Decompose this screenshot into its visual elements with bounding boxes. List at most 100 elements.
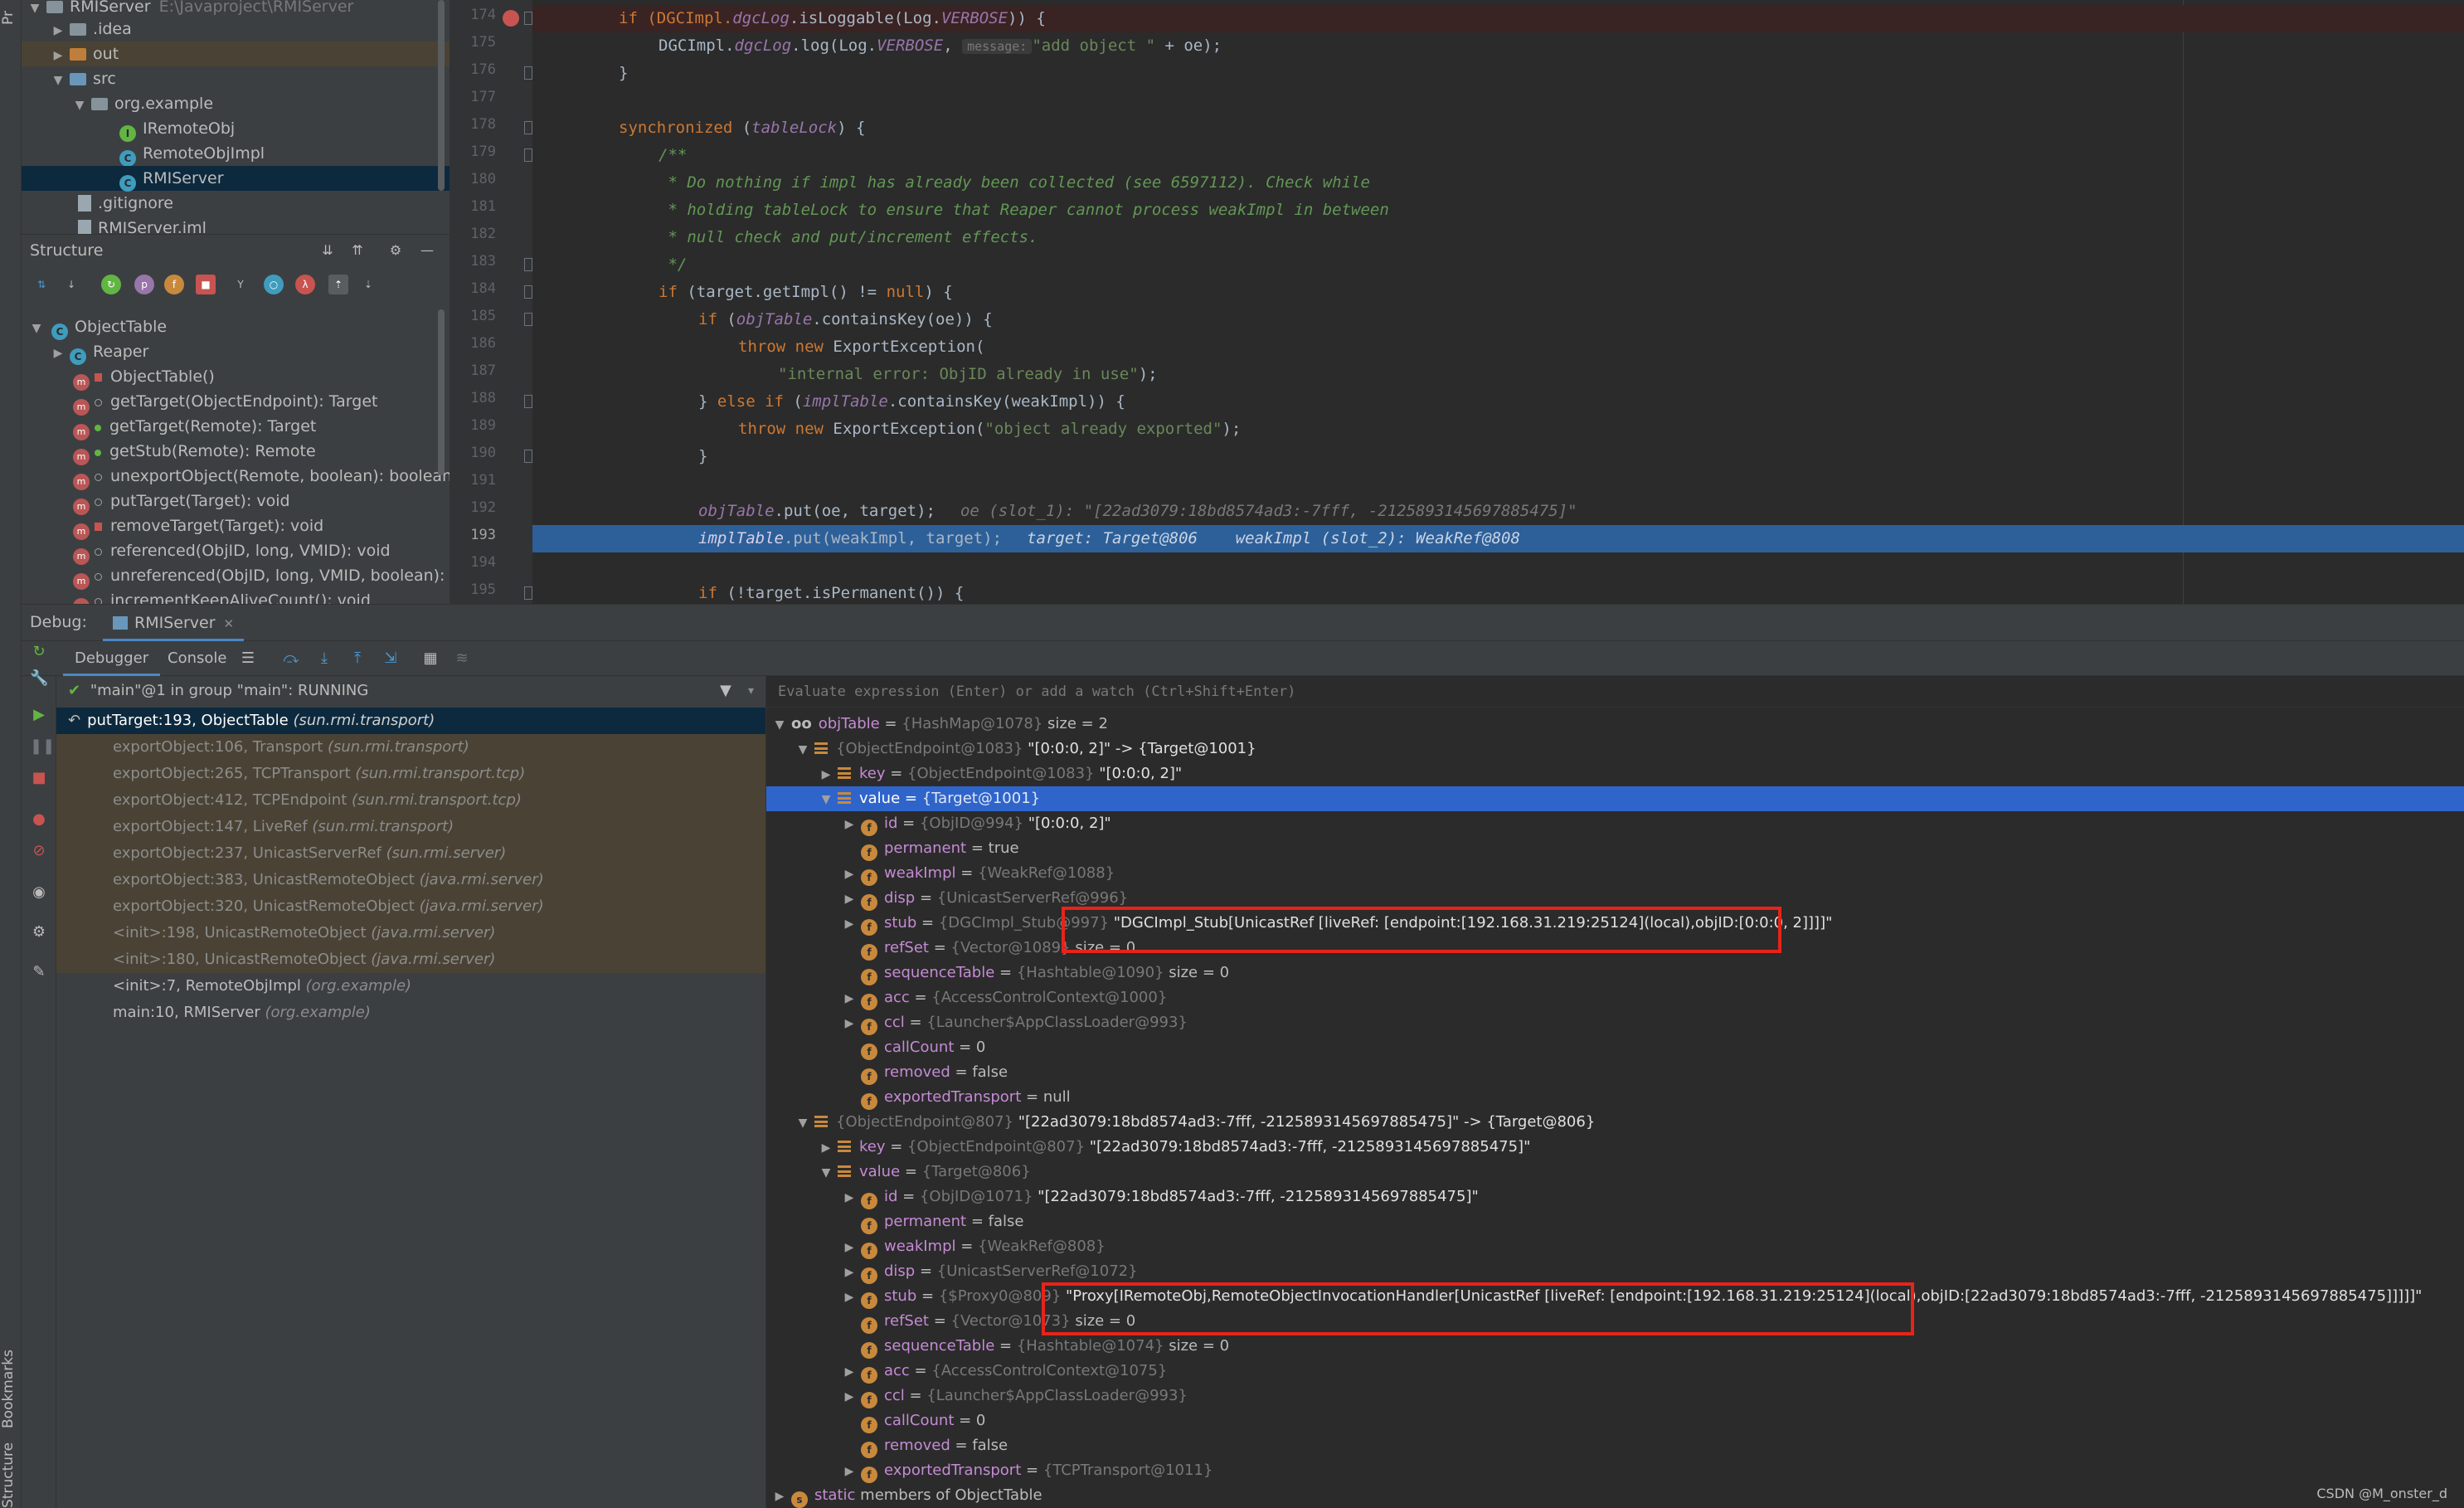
structure-member[interactable]: m getTarget(Remote): Target <box>22 414 450 440</box>
show-fields-icon[interactable]: f <box>164 275 184 294</box>
tree-item-remoteobjimpl[interactable]: C RemoteObjImpl <box>22 141 450 167</box>
stack-frame[interactable]: exportObject:147, LiveRef (sun.rmi.trans… <box>56 814 765 840</box>
tree-item-rmiserver[interactable]: C RMIServer <box>22 166 450 192</box>
project-tool-tab[interactable]: Pr <box>0 2 22 35</box>
variable-row[interactable]: f removed = false <box>766 1060 2464 1085</box>
show-non-public-icon[interactable]: ■ <box>196 275 216 294</box>
variable-row[interactable]: f refSet = {Vector@1073} size = 0 <box>766 1309 2464 1334</box>
code-line-193-execution-point[interactable]: implTable.put(weakImpl, target); target: … <box>532 525 2464 552</box>
gear-icon[interactable]: ⚙ <box>386 241 405 260</box>
code-line-185[interactable]: if (objTable.containsKey(oe)) { <box>532 306 2464 333</box>
stack-frame[interactable]: <init>:180, UnicastRemoteObject (java.rm… <box>56 946 765 973</box>
chevron-down-icon[interactable]: ▼ <box>796 737 809 762</box>
structure-member[interactable]: m incrementKeepAliveCount(): void <box>22 588 450 604</box>
chevron-right-icon[interactable]: ▶ <box>51 18 65 43</box>
debug-config-tab[interactable]: RMIServer ✕ <box>103 605 245 641</box>
show-properties-icon[interactable]: p <box>134 275 154 294</box>
close-icon[interactable]: ✕ <box>224 616 235 631</box>
variable-row[interactable]: ▶ f stub = {$Proxy0@809} "Proxy[IRemoteObj… <box>766 1284 2464 1309</box>
filter-icon[interactable]: ▼ <box>720 676 731 706</box>
variable-row[interactable]: ▶ f id = {ObjID@1071} "[22ad3079:18bd8574a… <box>766 1185 2464 1209</box>
autoscroll-from-source-icon[interactable]: ⇣ <box>358 275 378 294</box>
fold-marker-icon[interactable] <box>524 66 532 80</box>
show-lambdas-icon[interactable]: λ <box>295 275 315 294</box>
stack-frame[interactable]: main:10, RMIServer (org.example) <box>56 1000 765 1026</box>
editor-gutter[interactable]: 174 175 176 177 178 179 180 181 182 183 … <box>450 0 532 604</box>
stack-frame[interactable]: <init>:7, RemoteObjImpl (org.example) <box>56 973 765 1000</box>
tree-item-idea[interactable]: ▶ .idea <box>22 17 450 41</box>
structure-member[interactable]: m getTarget(ObjectEndpoint): Target <box>22 389 450 416</box>
thread-selector[interactable]: ✔ "main"@1 in group "main": RUNNING ▼ ▾ <box>56 676 765 706</box>
chevron-right-icon[interactable]: ▶ <box>843 1235 856 1260</box>
stack-frame[interactable]: exportObject:237, UnicastServerRef (sun.… <box>56 840 765 867</box>
variable-row[interactable]: f exportedTransport = null <box>766 1085 2464 1110</box>
chevron-right-icon[interactable]: ▶ <box>843 812 856 837</box>
structure-member[interactable]: m getStub(Remote): Remote <box>22 439 450 465</box>
filter-icon[interactable]: Y <box>231 275 250 294</box>
run-to-cursor-icon[interactable]: ⇲ <box>382 649 400 668</box>
structure-scrollbar[interactable] <box>438 309 445 475</box>
structure-tool-tab[interactable]: Structure <box>0 1442 22 1508</box>
code-line-195[interactable]: if (!target.isPermanent()) { <box>532 580 2464 604</box>
tree-item-gitignore[interactable]: .gitignore <box>22 191 450 216</box>
project-scrollbar[interactable] <box>438 0 445 191</box>
variable-row[interactable]: ▶ f disp = {UnicastServerRef@1072} <box>766 1259 2464 1284</box>
structure-member[interactable]: m putTarget(Target): void <box>22 489 450 515</box>
variable-row[interactable]: ▶ f acc = {AccessControlContext@1075} <box>766 1359 2464 1384</box>
stack-frame[interactable]: exportObject:106, Transport (sun.rmi.tra… <box>56 734 765 761</box>
chevron-right-icon[interactable]: ▶ <box>843 986 856 1011</box>
chevron-right-icon[interactable]: ▶ <box>843 862 856 887</box>
variable-row[interactable]: ▶ f stub = {DGCImpl_Stub@997} "DGCImpl_Stu… <box>766 911 2464 936</box>
code-line-174[interactable]: if (DGCImpl.dgcLog.isLoggable(Log.VERBOS… <box>532 5 2464 32</box>
stack-frame[interactable]: exportObject:383, UnicastRemoteObject (j… <box>56 867 765 893</box>
chevron-right-icon[interactable]: ▶ <box>843 1285 856 1310</box>
chevron-right-icon[interactable]: ▶ <box>843 912 856 936</box>
variable-row[interactable]: ▼ {ObjectEndpoint@807} "[22ad3079:18bd857… <box>766 1110 2464 1135</box>
structure-member[interactable]: m unreferenced(ObjID, long, VMID, boolean… <box>22 563 450 590</box>
variable-row[interactable]: f permanent = true <box>766 836 2464 861</box>
evaluate-expression-input[interactable]: Evaluate expression (Enter) or add a wat… <box>766 676 2464 708</box>
chevron-right-icon[interactable]: ▶ <box>773 1484 786 1508</box>
variable-row[interactable]: ▶ f exportedTransport = {TCPTransport@1011… <box>766 1458 2464 1483</box>
variable-row[interactable]: ▶ f ccl = {Launcher$AppClassLoader@993} <box>766 1010 2464 1035</box>
code-line-181[interactable]: * holding tableLock to ensure that Reape… <box>532 197 2464 224</box>
variable-row[interactable]: ▶ key = {ObjectEndpoint@807} "[22ad3079:1… <box>766 1135 2464 1160</box>
variable-row[interactable]: f callCount = 0 <box>766 1035 2464 1060</box>
variable-row[interactable]: f refSet = {Vector@1089} size = 0 <box>766 936 2464 961</box>
code-line-188[interactable]: } else if (implTable.containsKey(weakImp… <box>532 388 2464 416</box>
step-into-icon[interactable]: ⤓ <box>315 649 333 668</box>
minimize-icon[interactable]: — <box>418 241 436 260</box>
structure-member[interactable]: m ObjectTable() <box>22 364 450 391</box>
code-line-179[interactable]: /** <box>532 142 2464 169</box>
variable-row[interactable]: ▼ oo objTable = {HashMap@1078} size = 2 <box>766 712 2464 737</box>
code-line-190[interactable]: } <box>532 443 2464 470</box>
fold-marker-icon[interactable] <box>524 313 532 326</box>
autoscroll-to-source-icon[interactable]: ⇡ <box>328 275 348 294</box>
code-line-186[interactable]: throw new ExportException( <box>532 333 2464 361</box>
pin-icon[interactable]: ✎ <box>30 963 48 981</box>
tree-item-src[interactable]: ▼ src <box>22 66 450 91</box>
layout-menu-icon[interactable]: ☰ <box>239 649 257 668</box>
chevron-right-icon[interactable]: ▶ <box>843 1185 856 1210</box>
step-over-icon[interactable]: ⤼ <box>282 649 300 668</box>
chevron-right-icon[interactable]: ▶ <box>843 887 856 912</box>
camera-icon[interactable]: ◉ <box>30 883 48 902</box>
tree-item-iremoteobj[interactable]: I IRemoteObj <box>22 116 450 142</box>
chevron-down-icon[interactable]: ▼ <box>773 713 786 737</box>
chevron-right-icon[interactable]: ▶ <box>843 1260 856 1285</box>
fold-marker-icon[interactable] <box>524 258 532 271</box>
code-line-187[interactable]: "internal error: ObjID already in use"); <box>532 361 2464 388</box>
show-inherited-icon[interactable]: ↻ <box>101 275 121 294</box>
settings-wrench-icon[interactable]: 🔧 <box>30 669 48 688</box>
stack-frame[interactable]: exportObject:412, TCPEndpoint (sun.rmi.t… <box>56 787 765 814</box>
breakpoint-icon[interactable] <box>503 10 519 27</box>
chevron-down-icon[interactable]: ▼ <box>73 93 86 118</box>
variable-row[interactable]: ▶ f disp = {UnicastServerRef@996} <box>766 886 2464 911</box>
variable-row[interactable]: ▶ f weakImpl = {WeakRef@808} <box>766 1234 2464 1259</box>
chevron-down-icon[interactable]: ▼ <box>819 787 833 812</box>
chevron-down-icon[interactable]: ▼ <box>819 1160 833 1185</box>
variable-row[interactable]: ▼ value = {Target@1001} <box>766 786 2464 811</box>
code-line-175[interactable]: DGCImpl.dgcLog.log(Log.VERBOSE, message:… <box>532 32 2464 60</box>
tree-item-package[interactable]: ▼ org.example <box>22 91 450 116</box>
fold-marker-icon[interactable] <box>524 12 532 25</box>
